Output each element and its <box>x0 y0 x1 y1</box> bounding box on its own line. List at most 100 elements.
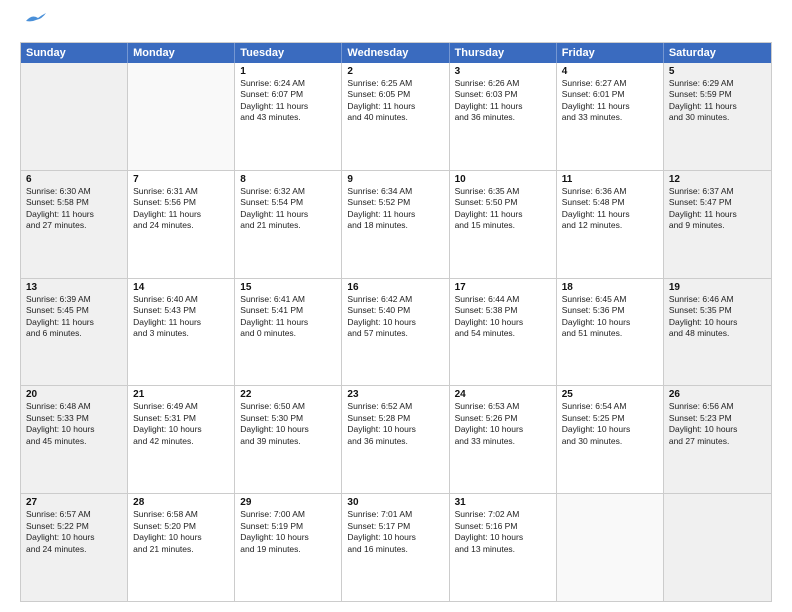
cell-info-line: Sunset: 5:40 PM <box>347 305 443 316</box>
cell-info-line: Sunset: 5:20 PM <box>133 521 229 532</box>
calendar-row-4: 27Sunrise: 6:57 AMSunset: 5:22 PMDayligh… <box>21 494 771 601</box>
header-cell-sunday: Sunday <box>21 43 128 63</box>
day-number: 4 <box>562 66 658 77</box>
day-number: 17 <box>455 282 551 293</box>
cell-info-line: and 12 minutes. <box>562 220 658 231</box>
cell-info-line: Sunrise: 6:50 AM <box>240 401 336 412</box>
cell-info-line: and 9 minutes. <box>669 220 766 231</box>
cell-info-line: and 40 minutes. <box>347 112 443 123</box>
cell-info-line: Sunrise: 7:00 AM <box>240 509 336 520</box>
day-number: 26 <box>669 389 766 400</box>
cell-info-line: and 36 minutes. <box>347 436 443 447</box>
cell-info-line: Sunset: 5:45 PM <box>26 305 122 316</box>
cell-info-line: Daylight: 11 hours <box>26 317 122 328</box>
cell-info-line: Daylight: 10 hours <box>240 424 336 435</box>
cell-info-line: Daylight: 11 hours <box>26 209 122 220</box>
cell-info-line: Daylight: 11 hours <box>240 101 336 112</box>
day-number: 29 <box>240 497 336 508</box>
cell-info-line: Sunrise: 6:30 AM <box>26 186 122 197</box>
cell-info-line: Sunrise: 6:25 AM <box>347 78 443 89</box>
cell-info-line: and 42 minutes. <box>133 436 229 447</box>
header-cell-monday: Monday <box>128 43 235 63</box>
cell-info-line: Sunset: 5:23 PM <box>669 413 766 424</box>
day-number: 22 <box>240 389 336 400</box>
cell-info-line: and 39 minutes. <box>240 436 336 447</box>
cell-info-line: Daylight: 10 hours <box>562 317 658 328</box>
cell-info-line: Daylight: 11 hours <box>562 101 658 112</box>
day-number: 12 <box>669 174 766 185</box>
cal-cell: 23Sunrise: 6:52 AMSunset: 5:28 PMDayligh… <box>342 386 449 493</box>
cell-info-line: Sunset: 5:52 PM <box>347 197 443 208</box>
cell-info-line: Sunrise: 6:27 AM <box>562 78 658 89</box>
cell-info-line: Sunrise: 6:26 AM <box>455 78 551 89</box>
day-number: 30 <box>347 497 443 508</box>
cal-cell: 18Sunrise: 6:45 AMSunset: 5:36 PMDayligh… <box>557 279 664 386</box>
calendar-row-3: 20Sunrise: 6:48 AMSunset: 5:33 PMDayligh… <box>21 386 771 494</box>
cal-cell: 13Sunrise: 6:39 AMSunset: 5:45 PMDayligh… <box>21 279 128 386</box>
cal-cell <box>664 494 771 601</box>
cell-info-line: and 6 minutes. <box>26 328 122 339</box>
cell-info-line: Sunrise: 6:48 AM <box>26 401 122 412</box>
cell-info-line: Sunset: 5:50 PM <box>455 197 551 208</box>
cell-info-line: Daylight: 11 hours <box>240 209 336 220</box>
cell-info-line: Sunrise: 6:37 AM <box>669 186 766 197</box>
page: SundayMondayTuesdayWednesdayThursdayFrid… <box>0 0 792 612</box>
cell-info-line: Sunrise: 6:54 AM <box>562 401 658 412</box>
cell-info-line: Daylight: 10 hours <box>455 532 551 543</box>
cell-info-line: Sunrise: 7:01 AM <box>347 509 443 520</box>
day-number: 31 <box>455 497 551 508</box>
calendar-body: 1Sunrise: 6:24 AMSunset: 6:07 PMDaylight… <box>21 63 771 601</box>
header-cell-wednesday: Wednesday <box>342 43 449 63</box>
cell-info-line: and 43 minutes. <box>240 112 336 123</box>
cal-cell: 10Sunrise: 6:35 AMSunset: 5:50 PMDayligh… <box>450 171 557 278</box>
cell-info-line: Daylight: 10 hours <box>26 424 122 435</box>
cell-info-line: Sunset: 5:26 PM <box>455 413 551 424</box>
header-cell-saturday: Saturday <box>664 43 771 63</box>
day-number: 13 <box>26 282 122 293</box>
cell-info-line: Daylight: 10 hours <box>133 532 229 543</box>
cell-info-line: Sunrise: 6:35 AM <box>455 186 551 197</box>
cell-info-line: Daylight: 11 hours <box>669 209 766 220</box>
cell-info-line: Sunrise: 6:46 AM <box>669 294 766 305</box>
day-number: 3 <box>455 66 551 77</box>
cell-info-line: Daylight: 11 hours <box>347 209 443 220</box>
cell-info-line: and 16 minutes. <box>347 544 443 555</box>
cell-info-line: Sunrise: 6:32 AM <box>240 186 336 197</box>
cell-info-line: Sunset: 5:56 PM <box>133 197 229 208</box>
cell-info-line: Daylight: 10 hours <box>26 532 122 543</box>
cell-info-line: and 24 minutes. <box>133 220 229 231</box>
day-number: 2 <box>347 66 443 77</box>
calendar-row-1: 6Sunrise: 6:30 AMSunset: 5:58 PMDaylight… <box>21 171 771 279</box>
cell-info-line: Sunset: 5:30 PM <box>240 413 336 424</box>
day-number: 15 <box>240 282 336 293</box>
cell-info-line: and 15 minutes. <box>455 220 551 231</box>
cell-info-line: and 36 minutes. <box>455 112 551 123</box>
cal-cell: 20Sunrise: 6:48 AMSunset: 5:33 PMDayligh… <box>21 386 128 493</box>
day-number: 25 <box>562 389 658 400</box>
cell-info-line: Daylight: 10 hours <box>669 317 766 328</box>
cell-info-line: Sunset: 5:36 PM <box>562 305 658 316</box>
cal-cell: 16Sunrise: 6:42 AMSunset: 5:40 PMDayligh… <box>342 279 449 386</box>
cell-info-line: Sunset: 5:16 PM <box>455 521 551 532</box>
cal-cell: 25Sunrise: 6:54 AMSunset: 5:25 PMDayligh… <box>557 386 664 493</box>
cal-cell: 21Sunrise: 6:49 AMSunset: 5:31 PMDayligh… <box>128 386 235 493</box>
cell-info-line: Sunset: 5:33 PM <box>26 413 122 424</box>
calendar-row-0: 1Sunrise: 6:24 AMSunset: 6:07 PMDaylight… <box>21 63 771 171</box>
cell-info-line: Sunrise: 6:56 AM <box>669 401 766 412</box>
cal-cell: 4Sunrise: 6:27 AMSunset: 6:01 PMDaylight… <box>557 63 664 170</box>
cell-info-line: Sunset: 5:48 PM <box>562 197 658 208</box>
cell-info-line: and 27 minutes. <box>26 220 122 231</box>
day-number: 9 <box>347 174 443 185</box>
cal-cell <box>128 63 235 170</box>
cal-cell: 9Sunrise: 6:34 AMSunset: 5:52 PMDaylight… <box>342 171 449 278</box>
cell-info-line: and 18 minutes. <box>347 220 443 231</box>
cal-cell: 14Sunrise: 6:40 AMSunset: 5:43 PMDayligh… <box>128 279 235 386</box>
cell-info-line: and 0 minutes. <box>240 328 336 339</box>
cell-info-line: Daylight: 10 hours <box>455 424 551 435</box>
cell-info-line: Sunset: 6:05 PM <box>347 89 443 100</box>
cell-info-line: and 19 minutes. <box>240 544 336 555</box>
cell-info-line: Sunset: 6:03 PM <box>455 89 551 100</box>
cell-info-line: Daylight: 11 hours <box>133 209 229 220</box>
cell-info-line: Daylight: 11 hours <box>455 101 551 112</box>
cell-info-line: and 30 minutes. <box>562 436 658 447</box>
